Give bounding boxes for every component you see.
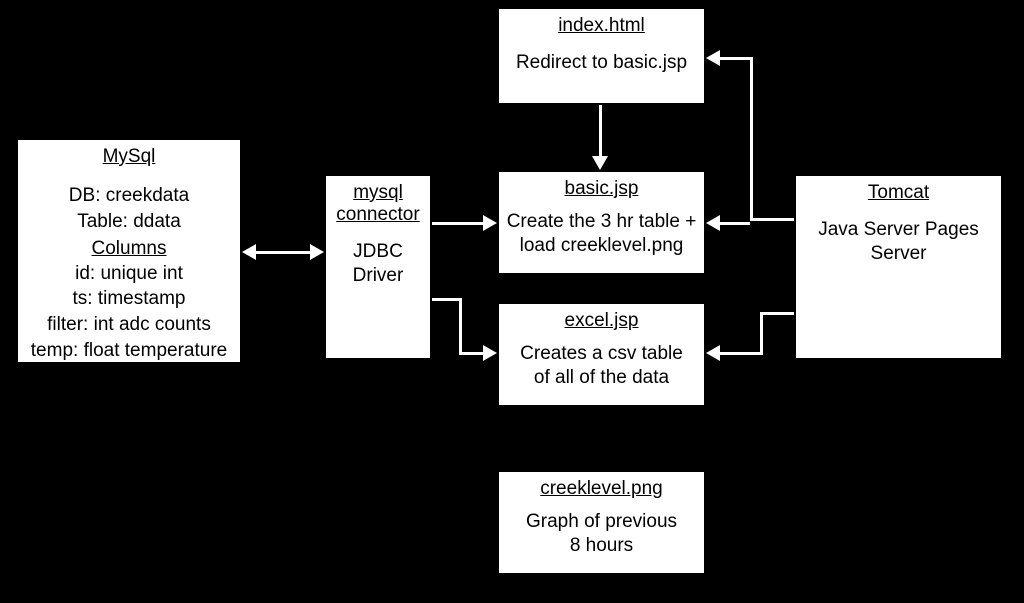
basic-title: basic.jsp <box>565 178 639 200</box>
arrow-connector-basic <box>432 222 483 225</box>
tomcat-box: Tomcat Java Server Pages Server <box>794 174 1003 360</box>
arrow-connector-excel-h1 <box>432 298 462 301</box>
mysql-table: Table: ddata <box>77 210 181 234</box>
creeklevel-box: creeklevel.png Graph of previous 8 hours <box>497 470 706 575</box>
tomcat-title: Tomcat <box>868 182 929 204</box>
excel-body: Creates a csv table of all of the data <box>520 342 683 390</box>
creeklevel-body: Graph of previous 8 hours <box>526 510 677 558</box>
arrow-tomcat-excel-h-top <box>760 312 794 315</box>
arrowhead-connector-basic <box>483 215 497 231</box>
mysql-columns-label: Columns <box>92 238 167 260</box>
mysql-db: DB: creekdata <box>69 184 189 208</box>
creeklevel-title: creeklevel.png <box>540 478 663 500</box>
arrow-connector-excel-h2 <box>459 352 483 355</box>
arrowhead-connector-excel <box>483 345 497 361</box>
connector-box: mysql connector JDBC Driver <box>324 174 432 360</box>
arrow-mysql-connector <box>256 251 310 254</box>
arrow-index-basic <box>599 105 602 156</box>
mysql-box: MySql DB: creekdata Table: ddata Columns… <box>16 138 242 364</box>
excel-title: excel.jsp <box>565 310 639 332</box>
arrowhead-mysql-connector-l <box>242 244 256 260</box>
connector-body: JDBC Driver <box>353 240 404 288</box>
arrow-tomcat-excel-h-bot <box>720 352 763 355</box>
index-body: Redirect to basic.jsp <box>516 51 687 75</box>
arrowhead-tomcat-excel <box>706 345 720 361</box>
arrow-tomcat-basic <box>720 222 750 225</box>
arrow-tomcat-index-h-bot <box>750 218 794 221</box>
arrow-tomcat-index-v <box>750 57 753 221</box>
tomcat-body: Java Server Pages Server <box>818 218 979 266</box>
excel-box: excel.jsp Creates a csv table of all of … <box>497 302 706 407</box>
mysql-col-filter: filter: int adc counts <box>47 313 211 337</box>
arrow-tomcat-index-h-top <box>720 57 753 60</box>
index-box: index.html Redirect to basic.jsp <box>497 7 706 105</box>
arrowhead-index-basic <box>592 156 608 170</box>
mysql-col-ts: ts: timestamp <box>73 287 186 311</box>
connector-title2: connector <box>336 204 419 226</box>
basic-box: basic.jsp Create the 3 hr table + load c… <box>497 170 706 275</box>
arrowhead-tomcat-basic <box>706 215 720 231</box>
index-title: index.html <box>558 15 645 37</box>
arrowhead-tomcat-index <box>706 50 720 66</box>
connector-title1: mysql <box>353 182 403 204</box>
arrow-tomcat-excel-v <box>760 312 763 355</box>
mysql-title: MySql <box>103 146 156 168</box>
arrow-connector-excel-v <box>459 298 462 355</box>
arrowhead-mysql-connector-r <box>310 244 324 260</box>
basic-body: Create the 3 hr table + load creeklevel.… <box>507 210 697 258</box>
mysql-col-temp: temp: float temperature <box>31 339 227 363</box>
mysql-col-id: id: unique int <box>75 262 183 286</box>
